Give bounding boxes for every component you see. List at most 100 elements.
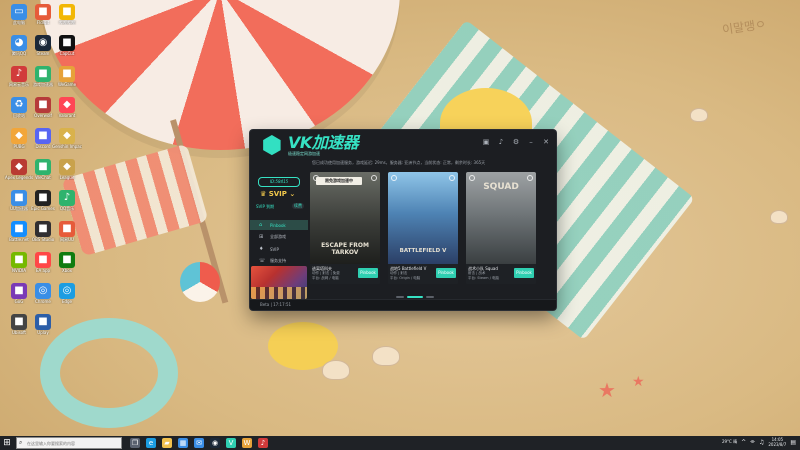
windows-start-icon[interactable]: ⊞ — [2, 438, 12, 448]
favorite-icon[interactable] — [371, 175, 377, 181]
volume-icon[interactable]: ♫ — [759, 439, 764, 446]
desktop-icon[interactable]: ◆ Valorant — [52, 97, 82, 118]
taskbar: ⊞ ⌕ ❐ e ▰ ▦ ✉ ◉ VW ♪ 29°C 晴 ^ ⌯ ♫ 14:05 2023/8/… — [0, 436, 800, 450]
seashell — [690, 108, 708, 122]
circle-icon — [391, 175, 397, 181]
sidebar-item-0[interactable]: ⌂ Pinbook — [250, 220, 308, 230]
app-icon: ■ — [11, 190, 27, 206]
desktop-icon[interactable]: ■ WeGame — [52, 66, 82, 87]
explorer-icon[interactable]: ▰ — [162, 438, 172, 448]
desktop-icon[interactable]: ■ Xbox — [52, 252, 82, 273]
game-card[interactable]: ESCAPE FROM TARKOV 限免游戏加速中 逃离塔科夫 动作 | 射击 | … — [310, 172, 380, 284]
weather-text[interactable]: 29°C 晴 — [722, 439, 737, 445]
chevron-up-icon[interactable]: ^ — [741, 439, 746, 446]
promo-badge: 限免游戏加速中 — [316, 177, 362, 185]
mail-icon[interactable]: ✉ — [194, 438, 204, 448]
store-icon[interactable]: ▦ — [178, 438, 188, 448]
taskbar-search[interactable]: ⌕ — [16, 437, 122, 449]
games-icon: ⊞ — [259, 234, 264, 240]
desktop-icon-label: Genshin Impact — [52, 144, 82, 149]
sidebar-item-label: 服务支持 — [270, 258, 286, 263]
search-icon: ⌕ — [19, 439, 23, 446]
game-icon: ◆ — [59, 128, 75, 144]
accelerate-button[interactable]: Pinbook — [514, 268, 534, 278]
user-id-badge[interactable]: ID:58415 — [258, 177, 300, 187]
beach-ball — [180, 262, 220, 302]
carousel-dot[interactable] — [396, 296, 404, 298]
sidebar-item-3[interactable]: ☏ 服务支持 — [250, 256, 308, 266]
settings-icon[interactable]: ⚙ — [512, 138, 520, 146]
desktop-icon-label: Edge — [61, 299, 73, 304]
game-poster: ESCAPE FROM TARKOV 限免游戏加速中 — [310, 172, 380, 264]
game-card[interactable]: SQUAD 战术小队 Squad 射击 | 战术 平台: Steam / 电脑 Pinb… — [466, 172, 536, 284]
bell-icon[interactable]: ♪ — [497, 138, 505, 146]
recycle-bin-icon: ♻ — [11, 97, 27, 113]
desktop-icon[interactable]: ◎ Edge — [52, 283, 82, 304]
computer-icon: ▭ — [11, 4, 27, 20]
seashell — [372, 346, 400, 366]
vk-logo-icon: ⬢ — [261, 131, 283, 159]
favorite-icon[interactable] — [527, 175, 533, 181]
app-icon: ■ — [59, 66, 75, 82]
browser-icon: ◎ — [35, 283, 51, 299]
close-icon[interactable]: ✕ — [542, 138, 550, 146]
app-icon: ■ — [35, 159, 51, 175]
diamond-icon: ♦ — [259, 246, 264, 252]
poster-title: SQUAD — [483, 182, 519, 192]
gift-icon[interactable]: ▣ — [482, 138, 490, 146]
app-icon: ■ — [35, 221, 51, 237]
accelerate-button[interactable]: Pinbook — [436, 268, 456, 278]
beach-umbrella — [40, 0, 400, 150]
desktop-icon-label: 网易UU — [60, 237, 74, 242]
sidebar-item-2[interactable]: ♦ SVIP — [250, 244, 308, 254]
game-platform: 平台: 战网 / 电脑 — [312, 276, 339, 280]
game-icon: ◆ — [59, 159, 75, 175]
status-bar: Beta | 17:17:51 — [250, 299, 556, 310]
desktop-icon-label: Uplay — [37, 330, 49, 335]
desktop-icon[interactable]: ◆ Genshin Impact — [52, 128, 82, 149]
desktop-icon[interactable]: ■ Uplay — [28, 314, 58, 335]
accelerate-button[interactable]: Pinbook — [358, 268, 378, 278]
promo-banner[interactable] — [251, 266, 307, 299]
wegame-icon[interactable]: W — [242, 438, 252, 448]
edge-icon[interactable]: e — [146, 438, 156, 448]
minimize-icon[interactable]: – — [527, 138, 535, 146]
vk-icon[interactable]: V — [226, 438, 236, 448]
carousel-dot[interactable] — [407, 296, 423, 298]
logo-title: VK加速器 — [288, 132, 359, 152]
taskbar-search-input[interactable] — [27, 439, 119, 447]
steam-icon: ◉ — [35, 35, 51, 51]
app-logo: ⬢ VK加速器 极速稳定网游加速 — [258, 131, 359, 159]
desktop-icon[interactable]: ■ 哔哩哔哩 — [52, 4, 82, 25]
poster-title: ESCAPE FROM TARKOV — [321, 242, 369, 256]
starfish-icon: ★ — [632, 374, 645, 390]
app-icon: ■ — [35, 128, 51, 144]
network-icon[interactable]: ⌯ — [750, 438, 755, 446]
netease-icon[interactable]: ♪ — [258, 438, 268, 448]
carousel-dot[interactable] — [426, 296, 434, 298]
game-poster: BATTLEFIELD V — [388, 172, 458, 264]
seashell — [770, 210, 788, 224]
desktop-icon[interactable]: ■ 网易UU — [52, 221, 82, 242]
favorite-icon[interactable] — [449, 175, 455, 181]
desktop-icon[interactable]: ♪ QQ音乐 — [52, 190, 82, 211]
notice-bar: 您已成功使用加速服务，游戏延迟: 29ms，服务器: 亚洲节点，当前状态: 正常… — [312, 160, 486, 165]
game-poster: SQUAD — [466, 172, 536, 264]
desktop-icon[interactable]: ◆ League — [52, 159, 82, 180]
game-card[interactable]: BATTLEFIELD V 战地5 Battlefield V 动作 | 射击 平台:… — [388, 172, 458, 284]
desktop-icon[interactable]: ■ CapCut — [52, 35, 82, 56]
home-icon: ⌂ — [259, 222, 263, 228]
app-icon: ■ — [11, 252, 27, 268]
svip-renew-button[interactable]: 续费 — [292, 203, 304, 209]
app-icon: ■ — [11, 283, 27, 299]
task-view-icon[interactable]: ❐ — [130, 438, 140, 448]
card-info: 逃离塔科夫 动作 | 射击 | 免费 平台: 战网 / 电脑 Pinbook — [310, 264, 380, 284]
music-icon: ♪ — [11, 66, 27, 82]
clock[interactable]: 14:05 2023/8/7 — [768, 437, 786, 447]
support-icon: ☏ — [259, 258, 266, 264]
sidebar-item-1[interactable]: ⊞ 全部游戏 — [250, 232, 308, 242]
steam-icon[interactable]: ◉ — [210, 438, 220, 448]
notification-icon[interactable]: ▤ — [790, 439, 796, 446]
app-icon: ■ — [35, 97, 51, 113]
app-icon: ■ — [11, 221, 27, 237]
